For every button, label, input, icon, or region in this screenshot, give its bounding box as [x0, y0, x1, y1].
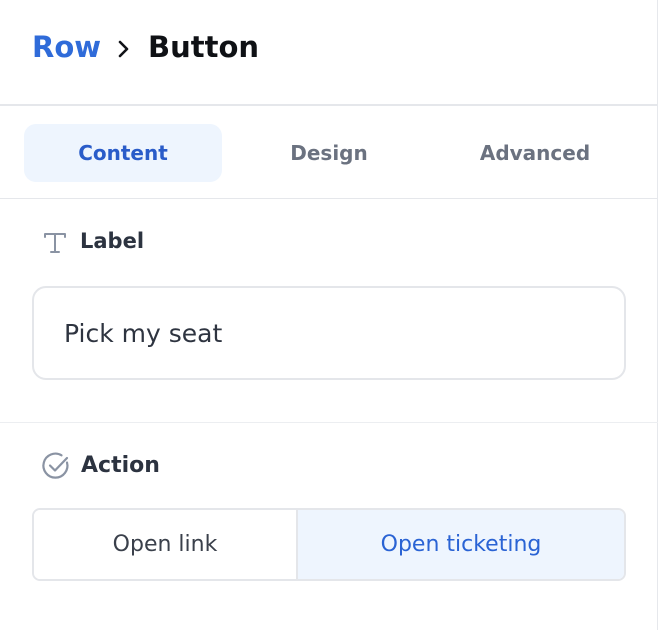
label-input[interactable]	[32, 286, 626, 380]
settings-panel: Row Button Content Design Advanced Label…	[0, 0, 658, 630]
action-section-title: Action	[81, 453, 160, 478]
tab-content[interactable]: Content	[24, 124, 222, 182]
check-circle-icon	[42, 452, 69, 479]
breadcrumb-current: Button	[148, 30, 260, 64]
open-ticketing-option[interactable]: Open ticketing	[298, 510, 624, 579]
tab-design[interactable]: Design	[229, 124, 429, 182]
action-segmented-control: Open link Open ticketing	[32, 508, 626, 581]
panel-header: Row Button	[0, 0, 658, 106]
chevron-right-icon	[118, 40, 129, 58]
section-divider	[0, 422, 658, 423]
open-link-option[interactable]: Open link	[34, 510, 298, 579]
text-type-icon	[44, 233, 66, 253]
tab-bar: Content Design Advanced	[0, 106, 658, 199]
breadcrumb-parent-link[interactable]: Row	[32, 30, 101, 64]
tab-advanced[interactable]: Advanced	[436, 124, 634, 182]
label-section-title: Label	[80, 229, 145, 253]
